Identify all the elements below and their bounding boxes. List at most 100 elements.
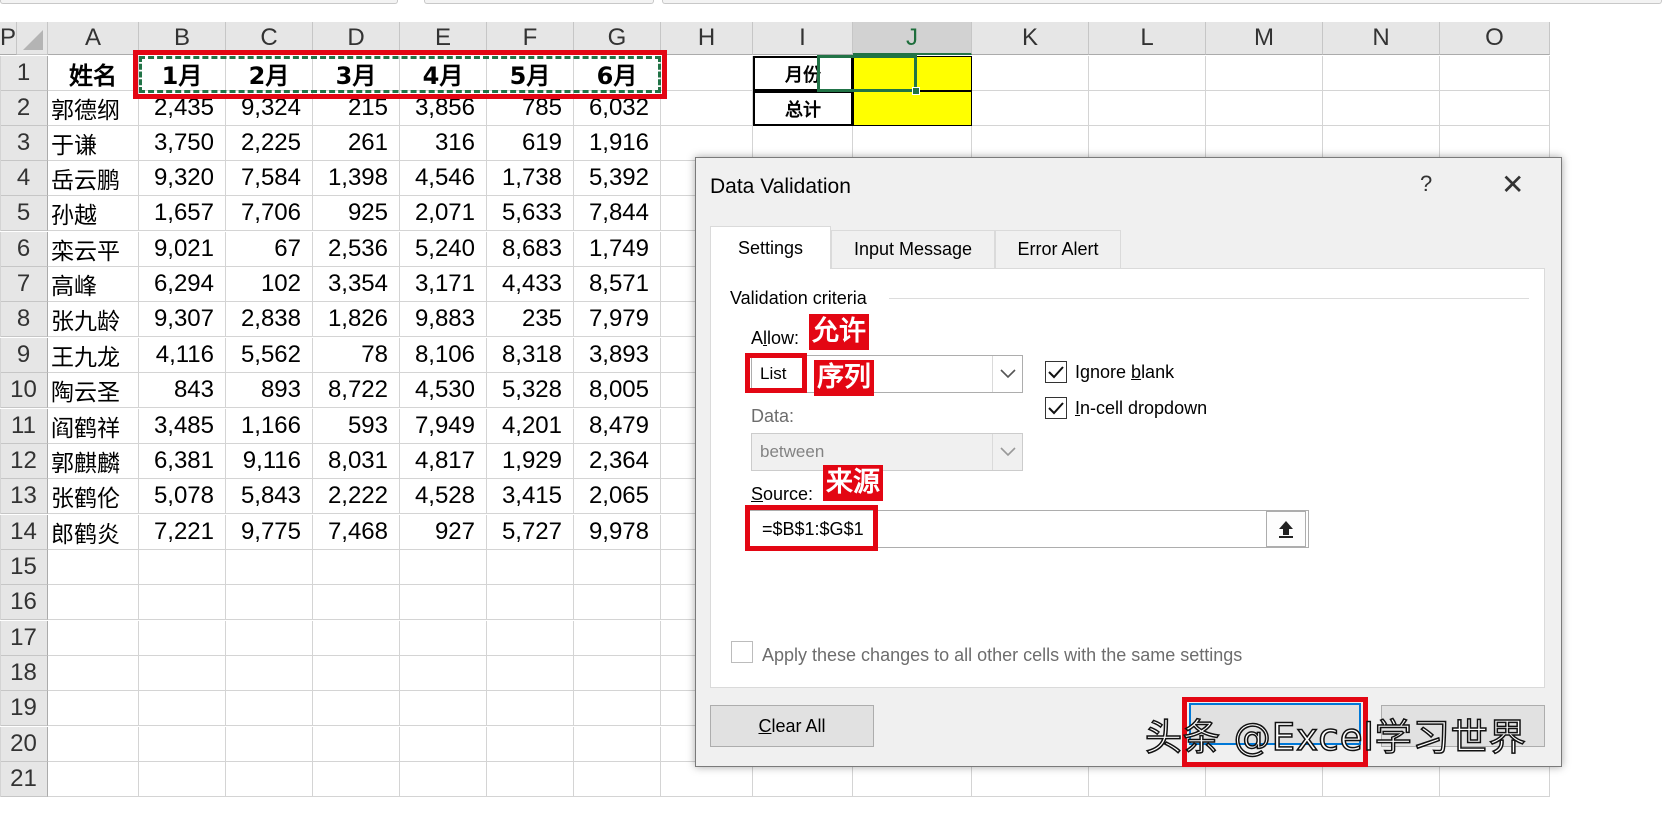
cell-a11[interactable]: 阎鹤祥 <box>48 409 139 444</box>
cell-e2[interactable]: 3,856 <box>400 91 487 126</box>
cell-p10[interactable] <box>0 373 1 408</box>
cell-p8[interactable] <box>0 302 1 337</box>
cell-d8[interactable]: 1,826 <box>313 302 400 337</box>
column-header-h[interactable]: H <box>661 22 753 55</box>
cell-i21[interactable] <box>753 762 853 797</box>
cell-b2[interactable]: 2,435 <box>139 91 226 126</box>
cell-a1[interactable]: 姓名 <box>48 56 139 91</box>
cell-c19[interactable] <box>226 691 313 726</box>
cell-a12[interactable]: 郭麒麟 <box>48 444 139 479</box>
cell-e16[interactable] <box>400 585 487 620</box>
cell-d7[interactable]: 3,354 <box>313 267 400 302</box>
cell-c2[interactable]: 9,324 <box>226 91 313 126</box>
cell-c8[interactable]: 2,838 <box>226 302 313 337</box>
tab-error-alert[interactable]: Error Alert <box>995 230 1121 268</box>
cell-g19[interactable] <box>574 691 661 726</box>
cell-d11[interactable]: 593 <box>313 409 400 444</box>
cell-p11[interactable] <box>0 409 1 444</box>
cell-f7[interactable]: 4,433 <box>487 267 574 302</box>
cell-f12[interactable]: 1,929 <box>487 444 574 479</box>
cell-a15[interactable] <box>48 550 139 585</box>
cell-n21[interactable] <box>1323 762 1440 797</box>
allow-select[interactable]: List <box>751 355 1023 393</box>
column-header-i[interactable]: I <box>753 22 853 55</box>
cell-b12[interactable]: 6,381 <box>139 444 226 479</box>
cell-g11[interactable]: 8,479 <box>574 409 661 444</box>
cell-g21[interactable] <box>574 762 661 797</box>
cell-b15[interactable] <box>139 550 226 585</box>
cell-e8[interactable]: 9,883 <box>400 302 487 337</box>
cell-e3[interactable]: 316 <box>400 126 487 161</box>
cell-a21[interactable] <box>48 762 139 797</box>
cell-c15[interactable] <box>226 550 313 585</box>
cell-g16[interactable] <box>574 585 661 620</box>
row-header-2[interactable]: 2 <box>0 91 48 126</box>
cell-p19[interactable] <box>0 691 1 726</box>
cell-g17[interactable] <box>574 621 661 656</box>
cell-d20[interactable] <box>313 727 400 762</box>
cell-f17[interactable] <box>487 621 574 656</box>
cell-c6[interactable]: 67 <box>226 232 313 267</box>
cell-p16[interactable] <box>0 585 1 620</box>
cell-g20[interactable] <box>574 727 661 762</box>
cell-p2[interactable] <box>0 91 1 126</box>
source-input[interactable]: =$B$1:$G$1 <box>749 510 1309 548</box>
chevron-down-icon[interactable] <box>992 356 1022 392</box>
cell-c13[interactable]: 5,843 <box>226 479 313 514</box>
cell-f20[interactable] <box>487 727 574 762</box>
column-header-g[interactable]: G <box>574 22 661 55</box>
cell-a4[interactable]: 岳云鹏 <box>48 161 139 196</box>
cell-k21[interactable] <box>972 762 1089 797</box>
cell-j3[interactable] <box>853 126 972 161</box>
cell-f15[interactable] <box>487 550 574 585</box>
row-header-17[interactable]: 17 <box>0 621 48 656</box>
row-header-9[interactable]: 9 <box>0 338 48 373</box>
cell-h1[interactable] <box>661 56 753 91</box>
row-header-1[interactable]: 1 <box>0 56 48 91</box>
cell-p6[interactable] <box>0 232 1 267</box>
cell-d10[interactable]: 8,722 <box>313 373 400 408</box>
column-header-c[interactable]: C <box>226 22 313 55</box>
cell-e6[interactable]: 5,240 <box>400 232 487 267</box>
cell-d1[interactable]: 3月 <box>313 56 400 91</box>
cell-l21[interactable] <box>1089 762 1206 797</box>
row-header-11[interactable]: 11 <box>0 409 48 444</box>
cell-p3[interactable] <box>0 126 1 161</box>
row-header-3[interactable]: 3 <box>0 126 48 161</box>
cell-c18[interactable] <box>226 656 313 691</box>
cell-p9[interactable] <box>0 338 1 373</box>
cell-j1[interactable] <box>853 56 972 91</box>
cell-e21[interactable] <box>400 762 487 797</box>
column-header-n[interactable]: N <box>1323 22 1440 55</box>
cell-f9[interactable]: 8,318 <box>487 338 574 373</box>
cell-d9[interactable]: 78 <box>313 338 400 373</box>
cell-o2[interactable] <box>1440 91 1550 126</box>
cell-o3[interactable] <box>1440 126 1550 161</box>
column-header-l[interactable]: L <box>1089 22 1206 55</box>
cell-f4[interactable]: 1,738 <box>487 161 574 196</box>
column-header-d[interactable]: D <box>313 22 400 55</box>
cell-a3[interactable]: 于谦 <box>48 126 139 161</box>
cell-b5[interactable]: 1,657 <box>139 196 226 231</box>
cell-p5[interactable] <box>0 196 1 231</box>
cell-e18[interactable] <box>400 656 487 691</box>
column-header-b[interactable]: B <box>139 22 226 55</box>
cell-g13[interactable]: 2,065 <box>574 479 661 514</box>
cell-c20[interactable] <box>226 727 313 762</box>
cell-f11[interactable]: 4,201 <box>487 409 574 444</box>
cell-b19[interactable] <box>139 691 226 726</box>
cell-i3[interactable] <box>753 126 853 161</box>
cell-f3[interactable]: 619 <box>487 126 574 161</box>
cell-o21[interactable] <box>1440 762 1550 797</box>
row-header-13[interactable]: 13 <box>0 479 48 514</box>
cell-g6[interactable]: 1,749 <box>574 232 661 267</box>
cell-b9[interactable]: 4,116 <box>139 338 226 373</box>
cell-g15[interactable] <box>574 550 661 585</box>
cell-a2[interactable]: 郭德纲 <box>48 91 139 126</box>
cell-d16[interactable] <box>313 585 400 620</box>
cell-d19[interactable] <box>313 691 400 726</box>
cell-c7[interactable]: 102 <box>226 267 313 302</box>
cell-c10[interactable]: 893 <box>226 373 313 408</box>
cell-f21[interactable] <box>487 762 574 797</box>
cell-i2[interactable]: 总计 <box>753 91 853 126</box>
